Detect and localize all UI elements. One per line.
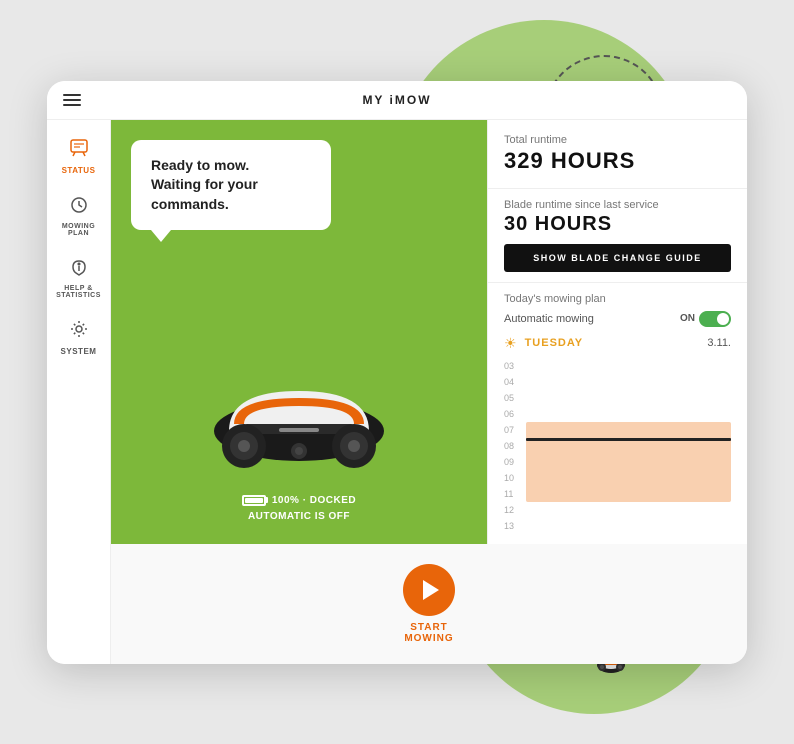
total-runtime-label: Total runtime bbox=[504, 134, 731, 146]
runtime-section: Total runtime 329 HOURS bbox=[488, 120, 747, 189]
toggle-container[interactable]: ON bbox=[680, 311, 731, 327]
mower-panel: Ready to mow. Waiting for your commands. bbox=[111, 120, 487, 544]
play-icon bbox=[423, 580, 439, 600]
blade-change-guide-button[interactable]: SHOW BLADE CHANGE GUIDE bbox=[504, 244, 731, 272]
sun-icon: ☀ bbox=[504, 335, 517, 352]
toggle-switch[interactable] bbox=[699, 311, 731, 327]
sidebar-help-label: HELP & STATISTICS bbox=[56, 285, 101, 299]
sidebar-mowingplan-label: MOWING PLAN bbox=[62, 223, 95, 237]
chart-hour-label: 10 bbox=[504, 470, 514, 486]
chart-hour-label: 09 bbox=[504, 454, 514, 470]
speech-line2: Waiting for your commands. bbox=[151, 175, 311, 214]
sidebar-item-help-statistics[interactable]: HELP & STATISTICS bbox=[47, 247, 110, 309]
title-bar: MY iMOW bbox=[47, 81, 747, 120]
day-date: 3.11. bbox=[707, 337, 731, 349]
main-content: Ready to mow. Waiting for your commands. bbox=[111, 120, 747, 664]
speech-bubble: Ready to mow. Waiting for your commands. bbox=[131, 140, 331, 231]
blade-runtime-label: Blade runtime since last service bbox=[504, 199, 731, 211]
chart-container: 0304050607080910111213 bbox=[504, 358, 731, 534]
plan-section: Today's mowing plan Automatic mowing ON … bbox=[488, 283, 747, 544]
mowing-plan-icon bbox=[69, 195, 89, 221]
blade-runtime-value: 30 HOURS bbox=[504, 213, 731, 236]
day-row: ☀ TUESDAY 3.11. bbox=[504, 335, 731, 352]
chart-hour-label: 03 bbox=[504, 358, 514, 374]
chart-hour-label: 08 bbox=[504, 438, 514, 454]
start-label-line2: MOWING bbox=[404, 633, 453, 644]
chart-hour-label: 11 bbox=[504, 486, 513, 502]
sidebar-item-system[interactable]: SYSTEM bbox=[47, 309, 110, 366]
day-name: TUESDAY bbox=[525, 337, 584, 349]
menu-icon[interactable] bbox=[63, 94, 81, 106]
app-body: STATUS MOWING PLAN bbox=[47, 120, 747, 664]
right-panel: Total runtime 329 HOURS Blade runtime si… bbox=[487, 120, 747, 544]
start-label-line1: START bbox=[404, 622, 453, 633]
chart-hour-label: 04 bbox=[504, 374, 514, 390]
chart-hour-label: 13 bbox=[504, 518, 514, 534]
total-runtime-value: 329 HOURS bbox=[504, 148, 731, 174]
top-section: Ready to mow. Waiting for your commands. bbox=[111, 120, 747, 544]
sidebar-system-label: SYSTEM bbox=[61, 347, 97, 356]
plan-header: Today's mowing plan bbox=[504, 293, 731, 305]
app-window: MY iMOW STATUS bbox=[47, 81, 747, 664]
status-icon bbox=[69, 138, 89, 164]
auto-mowing-label: Automatic mowing bbox=[504, 313, 594, 325]
blade-section: Blade runtime since last service 30 HOUR… bbox=[488, 189, 747, 283]
auto-mowing-row: Automatic mowing ON bbox=[504, 311, 731, 327]
system-icon bbox=[69, 319, 89, 345]
speech-line1: Ready to mow. bbox=[151, 156, 311, 176]
chart-hour-label: 06 bbox=[504, 406, 514, 422]
mower-status: 100% · DOCKED AUTOMATIC IS OFF bbox=[242, 495, 356, 524]
help-statistics-icon bbox=[69, 257, 89, 283]
automatic-status: AUTOMATIC IS OFF bbox=[248, 511, 350, 522]
start-mowing-button[interactable] bbox=[403, 564, 455, 616]
battery-text: 100% · DOCKED bbox=[272, 495, 356, 506]
toggle-state-label: ON bbox=[680, 313, 695, 324]
chart-hour-label: 12 bbox=[504, 502, 514, 518]
sidebar-item-status[interactable]: STATUS bbox=[47, 128, 110, 185]
sidebar-status-label: STATUS bbox=[62, 166, 96, 175]
sidebar-item-mowing-plan[interactable]: MOWING PLAN bbox=[47, 185, 110, 247]
chart-hour-label: 05 bbox=[504, 390, 514, 406]
start-mowing-label: START MOWING bbox=[404, 622, 453, 644]
app-title: MY iMOW bbox=[63, 93, 731, 107]
chart-hour-label: 07 bbox=[504, 422, 514, 438]
sidebar: STATUS MOWING PLAN bbox=[47, 120, 111, 664]
bottom-controls: START MOWING bbox=[111, 544, 747, 664]
mower-svg bbox=[189, 356, 409, 481]
